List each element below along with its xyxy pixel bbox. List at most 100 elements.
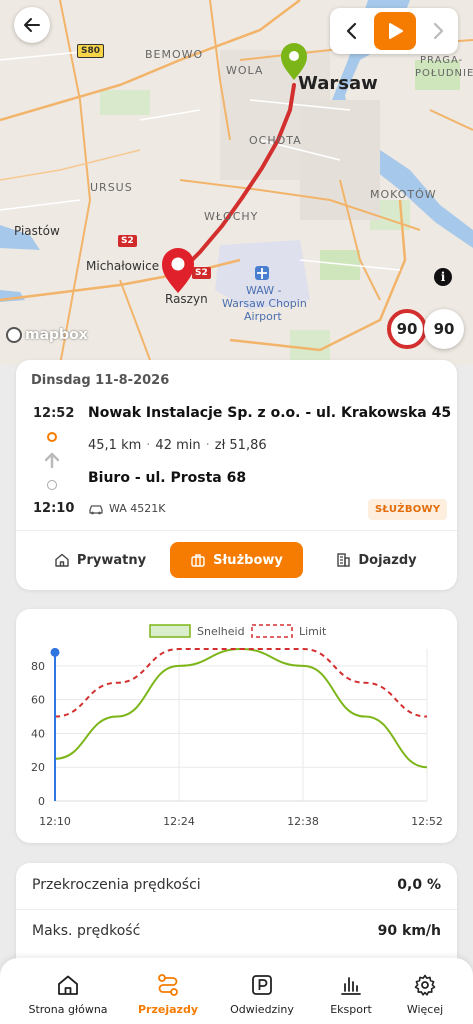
map-label-airport-1: WAW - [246, 284, 282, 297]
trip-stats: 45,1 km · 42 min · zł 51,86 [88, 438, 267, 453]
map-label-wlochy: WŁOCHY [204, 210, 259, 223]
speed-chart-card: 0 20 40 60 80 12:10 12:24 12:38 12:52 Snelheid Lim… [16, 609, 457, 843]
trip-duration: 42 min [155, 438, 201, 453]
map-label-poludnie: POŁUDNIE [415, 68, 473, 79]
bottom-nav: Strona główna Przejazdy Odwiedziny Ekspo… [0, 958, 473, 1024]
end-pin-icon [162, 248, 194, 293]
map-label-ursus: URSUS [90, 181, 133, 194]
briefcase-icon [191, 554, 205, 567]
map-view[interactable]: BEMOWO WOLA Warsaw PRAGA- POŁUDNIE OCHOT… [0, 0, 473, 365]
max-speed-label: Maks. prędkość [32, 923, 141, 939]
nav-item-visits[interactable]: Odwiedziny [215, 958, 309, 1024]
map-label-mokotow: MOKOTÓW [370, 188, 437, 201]
arrow-left-icon [24, 18, 40, 32]
map-label-warsaw: Warsaw [298, 73, 378, 94]
current-speed-value: 90 [433, 320, 455, 338]
map-label-bemowo: BEMOWO [145, 48, 204, 61]
mapbox-logo: mapbox [6, 327, 88, 343]
nav-item-more[interactable]: Więcej [378, 958, 472, 1024]
home-icon [58, 975, 78, 995]
road-shield-s80: S80 [77, 44, 105, 58]
nav-item-home[interactable]: Strona główna [21, 958, 115, 1024]
trip-date: Dinsdag 11-8-2026 [31, 373, 170, 388]
building-icon [337, 553, 351, 567]
legend-label-speed: Snelheid [197, 625, 245, 638]
speeding-value: 0,0 % [397, 877, 441, 893]
nav-label-more: Więcej [406, 1003, 444, 1016]
position-marker-dot [50, 647, 60, 657]
category-commute-button[interactable]: Dojazdy [316, 542, 436, 578]
chevron-right-icon[interactable] [428, 21, 448, 41]
y-tick-label: 80 [31, 660, 45, 673]
trip-stats-card: Przekroczenia prędkości 0,0 % Maks. pręd… [16, 863, 457, 973]
speed-chart: 0 20 40 60 80 12:10 12:24 12:38 12:52 Snelheid Lim… [31, 624, 443, 828]
speeding-row: Przekroczenia prędkości 0,0 % [16, 863, 457, 910]
gear-icon [414, 974, 436, 996]
arrow-up-icon [45, 452, 59, 468]
map-label-michalowice: Michałowice [86, 259, 160, 273]
back-button[interactable] [14, 7, 50, 43]
vehicle-plate: WA 4521K [109, 502, 166, 515]
map-label-praga: PRAGA- [420, 55, 464, 66]
road-shield-s2-2: S2 [192, 267, 211, 279]
info-icon[interactable]: i [434, 268, 452, 286]
mapbox-mark-icon [6, 327, 22, 343]
play-icon [389, 23, 403, 39]
divider [16, 530, 457, 531]
playback-controls [330, 8, 458, 54]
y-tick-label: 40 [31, 727, 45, 740]
speeding-label: Przekroczenia prędkości [32, 877, 201, 893]
trip-distance: 45,1 km [88, 438, 142, 453]
x-tick-label: 12:10 [39, 815, 71, 828]
category-commute-label: Dojazdy [358, 552, 417, 568]
mapbox-attribution: mapbox [25, 327, 88, 343]
trip-type-badge: SŁUŻBOWY [368, 499, 448, 520]
map-label-airport-2: Warsaw Chopin [222, 297, 307, 310]
road-shield-s2: S2 [118, 235, 137, 247]
route-icon [158, 974, 178, 996]
nav-label-visits: Odwiedziny [230, 1003, 294, 1016]
max-speed-value: 90 km/h [377, 923, 441, 939]
legend-swatch-limit [251, 624, 293, 638]
parking-icon [252, 975, 272, 995]
end-address: Biuro - ul. Prosta 68 [88, 470, 247, 486]
category-business-label: Służbowy [213, 552, 283, 568]
speed-limit-sign: 90 [387, 309, 427, 349]
speed-limit-value: 90 [396, 320, 418, 338]
end-time: 12:10 [33, 501, 75, 516]
map-label-airport-3: Airport [244, 310, 282, 323]
nav-label-trips: Przejazdy [138, 1003, 198, 1016]
max-speed-row: Maks. prędkość 90 km/h [16, 909, 457, 955]
chevron-left-icon[interactable] [342, 21, 362, 41]
y-tick-label: 0 [38, 795, 45, 808]
car-icon [89, 504, 103, 514]
legend-label-limit: Limit [299, 625, 327, 638]
category-business-button[interactable]: Służbowy [170, 542, 303, 578]
end-circle-icon [47, 480, 57, 490]
bar-chart-icon [341, 977, 361, 995]
trip-card: Dinsdag 11-8-2026 12:52 Nowak Instalacje… [16, 360, 457, 590]
x-tick-label: 12:24 [163, 815, 195, 828]
category-private-button[interactable]: Prywatny [40, 542, 160, 578]
y-tick-label: 20 [31, 761, 45, 774]
category-private-label: Prywatny [76, 552, 147, 568]
map-label-piastow: Piastów [14, 224, 60, 238]
map-label-ochota: OCHOTA [249, 134, 302, 147]
start-time: 12:52 [33, 406, 75, 421]
map-label-wola: WOLA [226, 64, 264, 77]
trip-cost: zł 51,86 [214, 438, 267, 453]
legend-swatch-speed [149, 624, 191, 638]
home-icon [55, 553, 69, 567]
series-line-limit [54, 648, 428, 718]
play-button[interactable] [374, 12, 416, 50]
x-tick-label: 12:52 [411, 815, 443, 828]
start-circle-icon [47, 432, 57, 442]
x-tick-label: 12:38 [287, 815, 319, 828]
current-speed-indicator: 90 [424, 309, 464, 349]
vehicle-info: WA 4521K [88, 502, 166, 515]
map-label-raszyn: Raszyn [165, 292, 208, 306]
nav-item-trips[interactable]: Przejazdy [121, 958, 215, 1024]
y-tick-label: 60 [31, 694, 45, 707]
series-line-snelheid [54, 647, 428, 769]
start-address: Nowak Instalacje Sp. z o.o. - ul. Krakow… [88, 405, 452, 421]
